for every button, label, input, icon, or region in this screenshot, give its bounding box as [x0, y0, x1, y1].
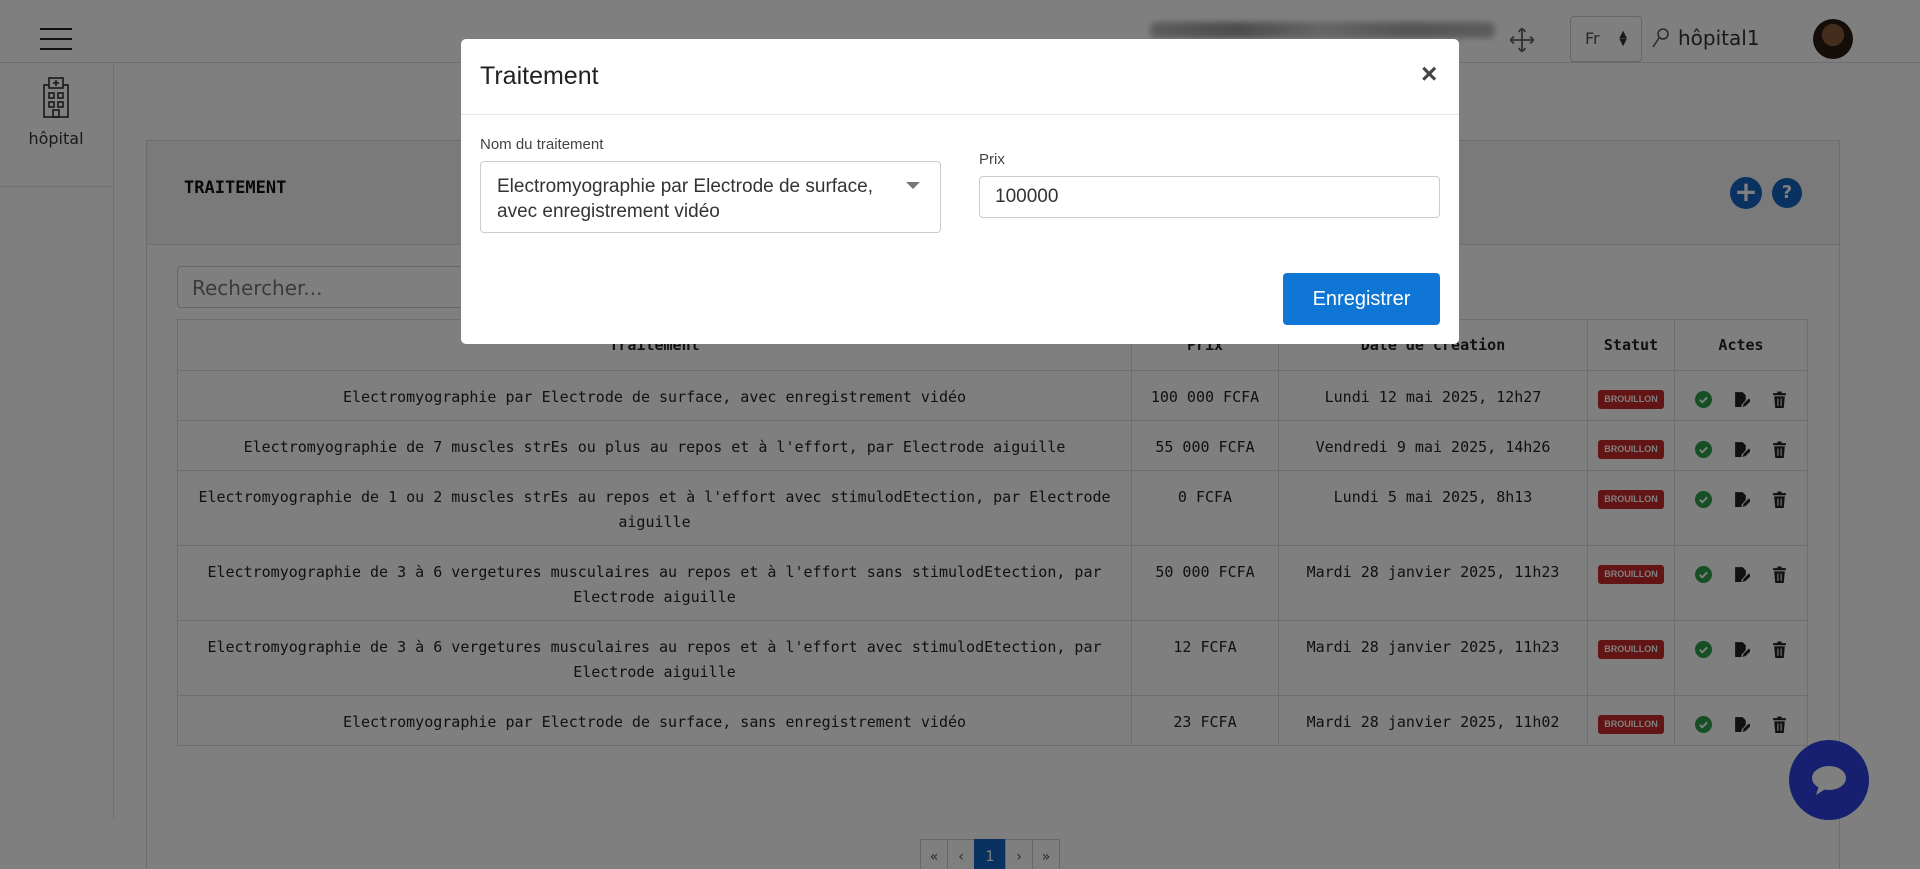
modal-header: Traitement ×: [461, 39, 1459, 115]
price-label: Prix: [979, 151, 1005, 168]
treatment-name-value: Electromyographie par Electrode de surfa…: [497, 176, 873, 222]
save-button[interactable]: Enregistrer: [1283, 273, 1440, 325]
close-icon[interactable]: ×: [1421, 58, 1437, 90]
treatment-name-select[interactable]: Electromyographie par Electrode de surfa…: [480, 161, 941, 233]
chevron-down-icon: [906, 182, 920, 189]
modal-title: Traitement: [480, 62, 599, 90]
treatment-name-label: Nom du traitement: [480, 136, 604, 153]
treatment-modal: Traitement × Nom du traitement Electromy…: [461, 39, 1459, 344]
price-input[interactable]: [979, 176, 1440, 218]
